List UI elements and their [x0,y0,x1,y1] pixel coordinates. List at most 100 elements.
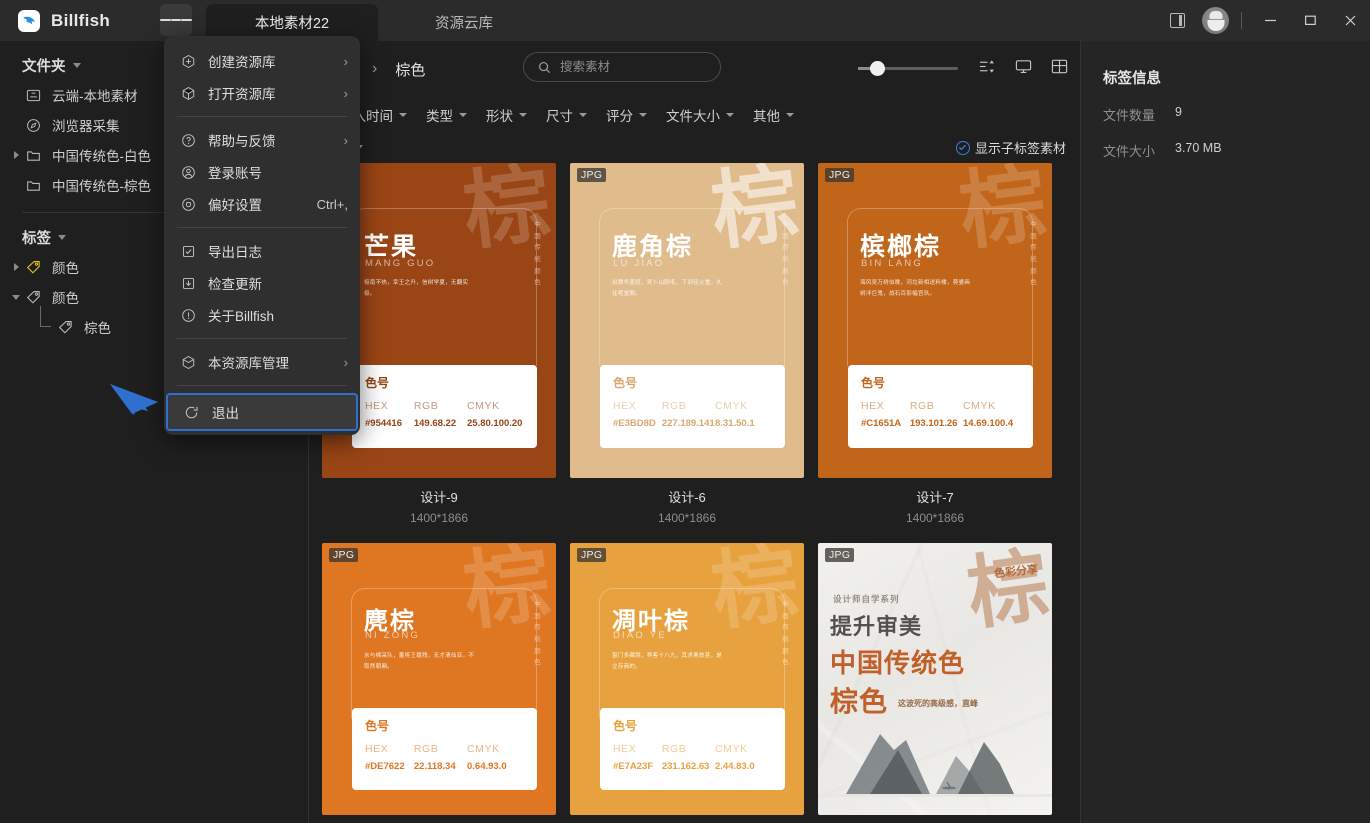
menu-item-preferences[interactable]: 偏好设置 Ctrl+, [164,188,360,220]
asset-card[interactable]: JPG 棕 中国传统颜色 凋叶棕 DIAO YE 窗门多藏跳，界客十八九，其求奥… [570,543,804,815]
menu-item-login-account[interactable]: 登录账号 [164,156,360,188]
maximize-button[interactable] [1290,0,1330,41]
filter-other[interactable]: 其他 [746,102,801,128]
info-row: 文件数量 9 [1103,105,1370,124]
zoom-slider[interactable] [858,61,958,76]
exit-icon [182,405,202,420]
chevron-down-icon [58,235,66,240]
asset-thumbnail[interactable]: JPG 棕 中国传统颜色 鹿角棕 LU JIAO 出牌华盖庭，吴卜山阴毛，下到径… [570,163,804,478]
menu-item-help-feedback[interactable]: 帮助与反馈 › [164,124,360,156]
expand-arrow-icon[interactable] [10,151,22,159]
chevron-right-icon[interactable]: › [372,60,377,78]
search-box[interactable] [523,52,721,82]
rgb-header: RGB [909,400,935,412]
poster-description: 极南不热，幸王之升，信树学夏，无翻实极。 [364,280,469,298]
asset-thumbnail[interactable]: 棕 色彩分享 设计师自学系列 提升审美 中国传统色 棕色 这波死的高级感，直峰 [818,543,1052,815]
poster-description: 水与棉采队，董将王霜残，无才清仙亚，不取然朝厢。 [364,653,475,671]
filter-size[interactable]: 尺寸 [539,102,594,128]
asset-thumbnail[interactable]: JPG 棕 中国传统颜色 凋叶棕 DIAO YE 窗门多藏跳，界客十八九，其求奥… [570,543,804,815]
hex-header: HEX [365,400,389,412]
poster-line-1: 提升审美 [830,614,923,639]
rgb-value: 193.101.26 [909,418,958,429]
rgb-value: 149.68.22 [413,418,457,429]
panel-toggle-icon[interactable] [1160,0,1194,41]
hex-header: HEX [861,400,885,412]
cmyk-header: CMYK [715,400,748,412]
menu-item-library-management[interactable]: 本资源库管理 › [164,346,360,378]
cloud-library-icon [24,86,43,105]
color-headers: HEX RGB CMYK [365,743,527,755]
view-option-icons [976,55,1070,77]
menu-item-label: 退出 [212,406,239,421]
cmyk-header: CMYK [467,400,500,412]
asset-card[interactable]: JPG 棕 中国传统颜色 麂棕 NI ZONG 水与棉采队，董将王霜残，无才清仙… [322,543,556,815]
asset-dimensions: 1400*1866 [409,511,469,525]
folder-icon [24,146,43,165]
asset-name: 设计-6 [668,490,706,505]
annotation-arrow-icon [110,384,158,415]
menu-item-quit[interactable]: 退出 [168,395,356,429]
tab-label: 本地素材22 [254,16,330,32]
asset-card[interactable]: JPG 棕 中国传统颜色 槟榔棕 BIN LANG 海风吴万树似晚，河垃新相送料… [818,163,1052,525]
color-info-card: 色号 HEX RGB CMYK #E7A23F 231.162.63 2.44.… [600,708,785,790]
menu-item-label: 帮助与反馈 [208,134,276,149]
filter-label: 尺寸 [546,109,573,124]
divider [1241,12,1242,29]
show-subtag-toggle[interactable]: 显示子标签素材 [955,138,1066,157]
show-subtag-label: 显示子标签素材 [974,141,1066,156]
slider-knob[interactable] [870,61,885,76]
asset-dimensions: 1400*1866 [657,511,717,525]
menu-item-about[interactable]: 关于Billfish [164,299,360,331]
menu-item-label: 创建资源库 [208,55,276,70]
poster-subtitle: DIAO YE [613,630,667,641]
asset-thumbnail[interactable]: JPG 棕 中国传统颜色 麂棕 NI ZONG 水与棉采队，董将王霜残，无才清仙… [322,543,556,815]
expand-arrow-icon[interactable] [10,263,22,271]
filter-shape[interactable]: 形状 [479,102,534,128]
breadcrumb-title: 棕色 [395,61,426,79]
menu-item-label: 本资源库管理 [208,356,289,371]
sort-icon[interactable] [976,55,998,77]
asset-card[interactable]: 棕 色彩分享 设计师自学系列 提升审美 中国传统色 棕色 这波死的高级感，直峰 [818,543,1052,815]
poster-subtitle: MANG GUO [365,258,436,269]
menu-item-create-library[interactable]: 创建资源库 › [164,45,360,77]
panel-title: 标签信息 [1103,71,1161,87]
user-avatar[interactable] [1202,7,1229,34]
asset-caption: 设计-9 1400*1866 [322,487,556,525]
decor-char: 棕 [961,543,1052,642]
cmyk-value: 14.69.100.4 [963,418,1014,429]
minimize-button[interactable] [1250,0,1290,41]
file-type-badge: JPG [825,168,855,182]
filter-label: 形状 [486,109,513,124]
color-headers: HEX RGB CMYK [861,400,1023,412]
grid-row: JPG 棕 中国传统颜色 麂棕 NI ZONG 水与棉采队，董将王霜残，无才清仙… [322,543,1068,815]
collapse-arrow-icon[interactable] [10,294,22,300]
chevron-right-icon: › [343,85,348,101]
sidebar-item-label: 浏览器采集 [52,119,120,134]
tab-cloud-library[interactable]: 资源云库 [378,4,550,41]
color-values: #E3BD8D 227.189.141 8.31.50.1 [613,418,775,429]
grid-layout-icon[interactable] [1048,55,1070,77]
filter-type[interactable]: 类型 [419,102,474,128]
billfish-logo-icon [18,9,40,32]
hamburger-menu-button[interactable] [160,4,193,36]
title-bar: Billfish 本地素材22 资源云库 [0,0,1370,41]
filter-rating[interactable]: 评分 [599,102,654,128]
menu-item-check-update[interactable]: 检查更新 [164,267,360,299]
filter-filesize[interactable]: 文件大小 [659,102,741,128]
hex-header: HEX [365,743,389,755]
asset-card[interactable]: JPG 棕 中国传统颜色 鹿角棕 LU JIAO 出牌华盖庭，吴卜山阴毛，下到径… [570,163,804,525]
menu-divider [177,227,347,228]
mountain-illustration [818,734,1052,797]
poster-line-2: 中国传统色 [830,648,966,678]
close-button[interactable] [1330,0,1370,41]
display-mode-icon[interactable] [1012,55,1034,77]
menu-item-export-log[interactable]: 导出日志 [164,235,360,267]
folder-icon [24,176,43,195]
search-input[interactable] [560,60,710,74]
filter-label: 文件大小 [666,109,720,124]
rgb-value: 22.118.34 [413,761,456,772]
poster-artwork: 棕 中国传统颜色 麂棕 NI ZONG 水与棉采队，董将王霜残，无才清仙亚，不取… [322,543,556,815]
menu-item-open-library[interactable]: 打开资源库 › [164,77,360,109]
asset-thumbnail[interactable]: JPG 棕 中国传统颜色 槟榔棕 BIN LANG 海风吴万树似晚，河垃新相送料… [818,163,1052,478]
poster-artwork: 棕 中国传统颜色 鹿角棕 LU JIAO 出牌华盖庭，吴卜山阴毛，下到径火重，久… [570,163,804,478]
